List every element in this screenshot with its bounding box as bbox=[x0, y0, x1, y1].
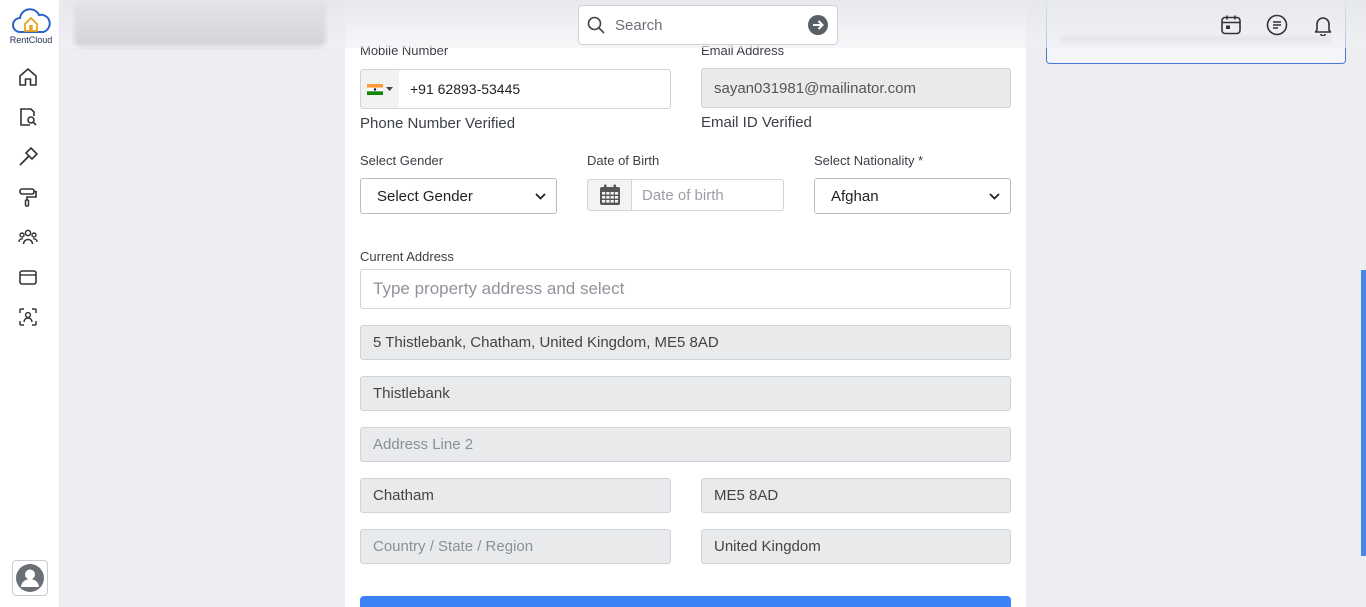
document-search-icon bbox=[20, 108, 37, 126]
sidebar-item-search-properties[interactable] bbox=[17, 106, 39, 128]
background-right bbox=[1026, 0, 1366, 607]
nationality-label: Select Nationality * bbox=[814, 153, 924, 168]
cloud-house-logo-icon bbox=[12, 8, 51, 33]
face-scan-icon bbox=[19, 308, 37, 326]
chevron-down-icon bbox=[989, 192, 1000, 200]
calendar-top-icon[interactable] bbox=[1219, 13, 1243, 37]
calendar-icon bbox=[599, 184, 620, 205]
scrollbar[interactable] bbox=[1361, 270, 1366, 556]
country-code-dropdown[interactable] bbox=[360, 69, 400, 109]
postcode-field[interactable]: ME5 8AD bbox=[701, 478, 1011, 513]
region-field[interactable]: Country / State / Region bbox=[360, 529, 671, 564]
sidebar-item-verification[interactable] bbox=[17, 306, 39, 328]
sidebar-item-users[interactable] bbox=[17, 226, 39, 248]
wallet-icon bbox=[19, 270, 37, 285]
phone-verified-text: Phone Number Verified bbox=[360, 115, 516, 132]
chat-icon[interactable] bbox=[1265, 13, 1289, 37]
submit-button[interactable] bbox=[360, 596, 1011, 607]
city-field[interactable]: Chatham bbox=[360, 478, 671, 513]
date-of-birth-input[interactable]: Date of birth bbox=[631, 179, 784, 211]
calendar-button[interactable] bbox=[587, 179, 632, 211]
paint-roller-icon bbox=[19, 188, 37, 207]
nationality-select[interactable]: Afghan bbox=[814, 178, 1011, 214]
sidebar-item-services[interactable] bbox=[17, 186, 39, 208]
email-verified-text: Email ID Verified bbox=[701, 114, 812, 131]
dob-label: Date of Birth bbox=[587, 153, 660, 168]
nationality-select-value: Afghan bbox=[831, 187, 879, 205]
full-address-field[interactable]: 5 Thistlebank, Chatham, United Kingdom, … bbox=[360, 325, 1011, 360]
chevron-down-icon bbox=[535, 192, 546, 200]
user-avatar-icon bbox=[16, 564, 44, 592]
phone-number-input[interactable]: +91 62893-53445 bbox=[399, 69, 671, 109]
hammer-icon bbox=[19, 147, 38, 166]
current-address-label: Current Address bbox=[360, 249, 454, 264]
sidebar-item-wallet[interactable] bbox=[17, 266, 39, 288]
sidebar-item-home[interactable] bbox=[17, 66, 39, 88]
users-icon bbox=[18, 229, 38, 245]
home-icon bbox=[19, 68, 37, 86]
logo-text: RentCloud bbox=[9, 35, 53, 45]
rentcloud-logo[interactable]: RentCloud bbox=[6, 6, 56, 46]
search-icon bbox=[587, 16, 607, 34]
gender-select[interactable]: Select Gender bbox=[360, 178, 557, 214]
country-field[interactable]: United Kingdom bbox=[701, 529, 1011, 564]
email-field[interactable]: sayan031981@mailinator.com bbox=[701, 68, 1011, 108]
bell-icon[interactable] bbox=[1311, 13, 1335, 37]
search-box[interactable]: Search bbox=[578, 5, 838, 45]
sidebar: RentCloud bbox=[0, 0, 60, 607]
address-line2-field[interactable]: Address Line 2 bbox=[360, 427, 1011, 462]
user-avatar[interactable] bbox=[12, 560, 48, 596]
address-search-input[interactable]: Type property address and select bbox=[360, 269, 1011, 309]
india-flag-icon bbox=[367, 83, 383, 95]
caret-down-icon bbox=[386, 86, 393, 91]
gender-label: Select Gender bbox=[360, 153, 444, 168]
arrow-right-circle-icon[interactable] bbox=[807, 14, 829, 36]
search-input[interactable]: Search bbox=[615, 17, 807, 34]
background-left bbox=[61, 0, 345, 607]
sidebar-item-maintenance[interactable] bbox=[17, 146, 39, 168]
address-line1-field[interactable]: Thistlebank bbox=[360, 376, 1011, 411]
gender-select-value: Select Gender bbox=[377, 187, 473, 205]
